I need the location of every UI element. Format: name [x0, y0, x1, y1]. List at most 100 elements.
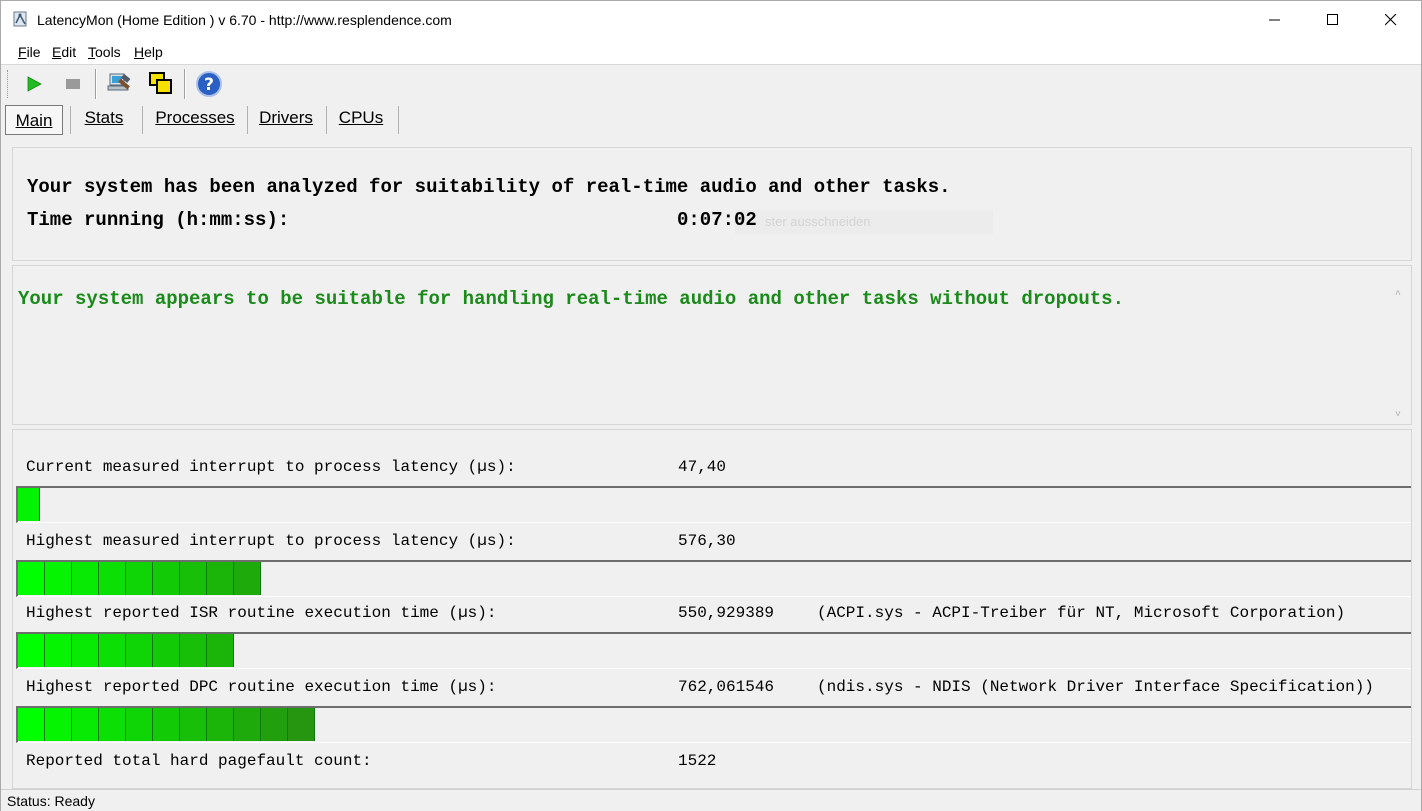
menu-tools-key: T — [88, 44, 95, 60]
bar-segment — [288, 708, 315, 741]
menu-edit-key: E — [52, 44, 62, 60]
metric-bar — [16, 560, 1411, 597]
bar-segment — [234, 708, 261, 741]
latencymon-window: LatencyMon (Home Edition ) v 6.70 - http… — [0, 0, 1422, 811]
metric-bar-fill — [18, 634, 234, 667]
windows-button[interactable] — [146, 69, 176, 99]
menu-tools-rest: ools — [95, 44, 121, 60]
menu-tools[interactable]: Tools — [88, 44, 121, 60]
analysis-message: Your system has been analyzed for suitab… — [27, 176, 951, 198]
metric-bar-fill — [18, 708, 315, 741]
tab-main-label: Main — [15, 111, 53, 130]
bar-segment — [72, 562, 99, 595]
windows-overlap-icon — [149, 72, 172, 94]
stop-icon — [66, 79, 80, 89]
minimize-icon — [1269, 19, 1280, 21]
tab-main[interactable]: Main — [5, 105, 63, 135]
tab-processes[interactable]: Processes — [143, 103, 247, 135]
metric-label: Reported total hard pagefault count: — [26, 752, 372, 770]
tab-cpus[interactable]: CPUs — [327, 103, 395, 135]
toolbar-grip[interactable] — [7, 70, 10, 98]
bar-segment — [261, 708, 288, 741]
ghost-tooltip: ster ausschneiden — [735, 210, 993, 234]
toolbar-separator — [184, 69, 186, 99]
bar-segment — [99, 634, 126, 667]
metric-bar — [16, 632, 1411, 669]
menu-edit-rest: dit — [61, 44, 77, 60]
metric-driver-info: (ndis.sys - NDIS (Network Driver Interfa… — [817, 678, 1374, 696]
bar-segment — [18, 488, 40, 521]
bar-segment — [18, 562, 45, 595]
metric-value: 1522 — [678, 752, 717, 770]
play-icon — [27, 76, 42, 92]
analysis-panel: Your system has been analyzed for suitab… — [12, 147, 1412, 261]
scroll-down-icon[interactable]: ˅ — [1395, 409, 1401, 420]
bar-segment — [45, 708, 72, 741]
bar-segment — [180, 562, 207, 595]
bar-segment — [126, 562, 153, 595]
metric-value: 762,061546 — [678, 678, 775, 696]
metric-label: Highest measured interrupt to process la… — [26, 532, 516, 550]
bar-segment — [207, 562, 234, 595]
close-icon — [1385, 14, 1397, 26]
bar-segment — [234, 562, 261, 595]
bar-segment — [99, 562, 126, 595]
menu-edit[interactable]: Edit — [52, 44, 76, 60]
app-version: v 6.70 - http://www.resplendence.com — [218, 12, 452, 28]
bar-segment — [207, 634, 234, 667]
maximize-icon — [1327, 14, 1338, 25]
title-bar[interactable]: LatencyMon (Home Edition ) v 6.70 - http… — [1, 1, 1421, 39]
metrics-panel: Current measured interrupt to process la… — [12, 429, 1412, 789]
menu-bar: File Edit Tools Help — [1, 39, 1421, 65]
menu-file-rest: ile — [26, 44, 41, 60]
tab-stats-label: Stats — [84, 108, 124, 127]
tab-drivers-label: Drivers — [259, 108, 313, 127]
tab-cpus-label: CPUs — [338, 108, 384, 127]
menu-help-rest: elp — [144, 44, 163, 60]
bar-segment — [153, 708, 180, 741]
tab-processes-label: Processes — [155, 108, 235, 127]
app-name: LatencyMon — [37, 12, 114, 28]
bar-segment — [207, 708, 234, 741]
time-running-label: Time running (h:mm:ss): — [27, 209, 290, 231]
metric-label: Highest reported ISR routine execution t… — [26, 604, 497, 622]
bar-segment — [153, 634, 180, 667]
status-text: Status: Ready — [7, 793, 95, 809]
hammer-computer-icon — [107, 73, 131, 91]
tab-stats[interactable]: Stats — [71, 103, 137, 135]
metric-label: Current measured interrupt to process la… — [26, 458, 516, 476]
bar-segment — [180, 708, 207, 741]
menu-file-key: F — [18, 44, 27, 60]
tab-bar: Main Stats Processes Drivers CPUs — [1, 103, 1421, 135]
start-monitor-button[interactable] — [19, 69, 49, 99]
scroll-up-icon[interactable]: ˄ — [1395, 288, 1401, 299]
minimize-button[interactable] — [1246, 1, 1304, 39]
bar-segment — [72, 708, 99, 741]
maximize-button[interactable] — [1304, 1, 1362, 39]
tab-drivers[interactable]: Drivers — [248, 103, 324, 135]
verdict-scrollbar[interactable]: ˄ ˅ — [1391, 286, 1409, 422]
help-button[interactable]: ? — [194, 69, 224, 99]
svg-text:?: ? — [204, 75, 214, 95]
metric-value: 576,30 — [678, 532, 736, 550]
metric-bar-fill — [18, 562, 261, 595]
bar-segment — [153, 562, 180, 595]
metric-bar — [16, 486, 1411, 523]
close-button[interactable] — [1362, 1, 1420, 39]
time-running-value: 0:07:02 — [677, 209, 757, 231]
window-title: LatencyMon (Home Edition ) v 6.70 - http… — [37, 12, 452, 28]
bar-segment — [126, 708, 153, 741]
metric-value: 550,929389 — [678, 604, 775, 622]
toolbar: ? — [1, 65, 1421, 103]
stop-monitor-button[interactable] — [58, 69, 88, 99]
app-edition: (Home Edition ) — [117, 12, 215, 28]
verdict-message: Your system appears to be suitable for h… — [18, 288, 1124, 310]
bar-segment — [126, 634, 153, 667]
analyze-button[interactable] — [105, 69, 135, 99]
status-bar: Status: Ready — [1, 789, 1421, 811]
menu-file[interactable]: File — [18, 44, 41, 60]
menu-help[interactable]: Help — [134, 44, 163, 60]
bar-segment — [18, 634, 45, 667]
metric-bar-fill — [18, 488, 40, 521]
bar-segment — [99, 708, 126, 741]
